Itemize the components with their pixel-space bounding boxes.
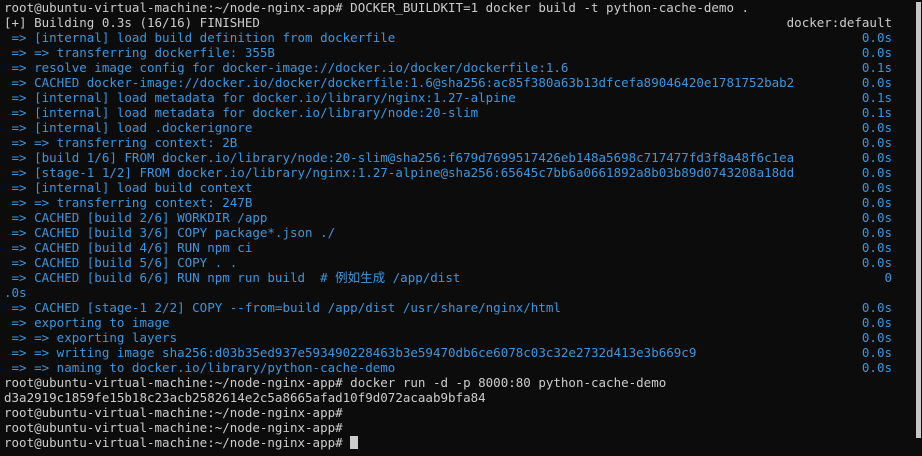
step-duration: 0.1s bbox=[861, 60, 892, 75]
step-duration: 0.0s bbox=[861, 210, 892, 225]
output-line: => => writing image sha256:d03b35ed937e5… bbox=[4, 345, 908, 360]
step-duration: 0.0s bbox=[861, 345, 892, 360]
line-text: => [internal] load metadata for docker.i… bbox=[4, 105, 479, 120]
prompt-line: root@ubuntu-virtual-machine:~/node-nginx… bbox=[4, 435, 908, 450]
prompt-line: root@ubuntu-virtual-machine:~/node-nginx… bbox=[4, 405, 908, 420]
line-text: => [internal] load metadata for docker.i… bbox=[4, 90, 516, 105]
output-line: => CACHED [build 6/6] RUN npm run build … bbox=[4, 270, 908, 285]
line-text: => => exporting layers bbox=[4, 330, 178, 345]
output-line: .0s bbox=[4, 285, 908, 300]
output-line: => CACHED [build 5/6] COPY . . 0.0s bbox=[4, 255, 908, 270]
step-duration: 0.0s bbox=[861, 45, 892, 60]
line-text: => resolve image config for docker-image… bbox=[4, 60, 569, 75]
step-duration: 0.0s bbox=[861, 120, 892, 135]
step-duration: 0.0s bbox=[861, 150, 892, 165]
step-duration: 0.1s bbox=[861, 90, 892, 105]
line-text: .0s bbox=[4, 285, 27, 300]
output-line: => [internal] load build context 0.0s bbox=[4, 180, 908, 195]
step-duration: 0.0s bbox=[861, 135, 892, 150]
line-text: => [stage-1 1/2] FROM docker.io/library/… bbox=[4, 165, 795, 180]
step-duration: 0.0s bbox=[861, 240, 892, 255]
output-line: => [stage-1 1/2] FROM docker.io/library/… bbox=[4, 165, 908, 180]
command-text: root@ubuntu-virtual-machine:~/node-nginx… bbox=[4, 0, 750, 15]
step-duration: 0 bbox=[884, 270, 892, 285]
output-line: => => exporting layers 0.0s bbox=[4, 330, 908, 345]
prompt-line: root@ubuntu-virtual-machine:~/node-nginx… bbox=[4, 420, 908, 435]
step-duration: 0.0s bbox=[861, 225, 892, 240]
line-text: => [internal] load build definition from… bbox=[4, 30, 396, 45]
output-line: => resolve image config for docker-image… bbox=[4, 60, 908, 75]
line-text: => [internal] load .dockerignore bbox=[4, 120, 253, 135]
line-text: => => transferring dockerfile: 355B bbox=[4, 45, 275, 60]
output-line: => => naming to docker.io/library/python… bbox=[4, 360, 908, 375]
text-cursor bbox=[350, 436, 359, 449]
step-duration: 0.0s bbox=[861, 195, 892, 210]
output-line: => => transferring dockerfile: 355B 0.0s bbox=[4, 45, 908, 60]
output-line: => => transferring context: 247B 0.0s bbox=[4, 195, 908, 210]
line-text: d3a2919c1859fe15b18c23acb2582614e2c5a866… bbox=[4, 390, 486, 405]
output-line: => => transferring context: 2B 0.0s bbox=[4, 135, 908, 150]
command-text: root@ubuntu-virtual-machine:~/node-nginx… bbox=[4, 435, 351, 450]
output-line: => CACHED [build 2/6] WORKDIR /app 0.0s bbox=[4, 210, 908, 225]
step-duration: 0.0s bbox=[861, 315, 892, 330]
output-line: => CACHED [stage-1 2/2] COPY --from=buil… bbox=[4, 300, 908, 315]
output-line: => [internal] load metadata for docker.i… bbox=[4, 105, 908, 120]
line-text: => [internal] load build context bbox=[4, 180, 253, 195]
output-line: => CACHED [build 4/6] RUN npm ci 0.0s bbox=[4, 240, 908, 255]
step-duration: 0.0s bbox=[861, 255, 892, 270]
line-text: => CACHED [build 3/6] COPY package*.json… bbox=[4, 225, 336, 240]
output-line: [+] Building 0.3s (16/16) FINISHED docker… bbox=[4, 15, 908, 30]
command-text: root@ubuntu-virtual-machine:~/node-nginx… bbox=[4, 405, 343, 420]
output-line: => [internal] load metadata for docker.i… bbox=[4, 90, 908, 105]
line-text: [+] Building 0.3s (16/16) FINISHED bbox=[4, 15, 260, 30]
line-text: => => transferring context: 2B bbox=[4, 135, 238, 150]
output-line: => [internal] load build definition from… bbox=[4, 30, 908, 45]
step-duration: 0.0s bbox=[861, 330, 892, 345]
step-duration: 0.0s bbox=[861, 360, 892, 375]
line-text: => => naming to docker.io/library/python… bbox=[4, 360, 396, 375]
line-text: => => transferring context: 247B bbox=[4, 195, 253, 210]
output-line: => [internal] load .dockerignore 0.0s bbox=[4, 120, 908, 135]
output-line: => CACHED docker-image://docker.io/docke… bbox=[4, 75, 908, 90]
line-text: => CACHED [stage-1 2/2] COPY --from=buil… bbox=[4, 300, 561, 315]
step-duration: 0.0s bbox=[861, 180, 892, 195]
line-text: => exporting to image bbox=[4, 315, 170, 330]
step-duration: 0.0s bbox=[861, 165, 892, 180]
line-text: => => writing image sha256:d03b35ed937e5… bbox=[4, 345, 697, 360]
step-duration: 0.1s bbox=[861, 105, 892, 120]
line-text: => CACHED [build 5/6] COPY . . bbox=[4, 255, 238, 270]
output-line: d3a2919c1859fe15b18c23acb2582614e2c5a866… bbox=[4, 390, 908, 405]
line-text: => CACHED [build 6/6] RUN npm run build … bbox=[4, 270, 461, 285]
step-duration: 0.0s bbox=[861, 300, 892, 315]
output-line: => exporting to image 0.0s bbox=[4, 315, 908, 330]
command-text: root@ubuntu-virtual-machine:~/node-nginx… bbox=[4, 420, 343, 435]
line-text: => CACHED [build 4/6] RUN npm ci bbox=[4, 240, 253, 255]
output-line: => CACHED [build 3/6] COPY package*.json… bbox=[4, 225, 908, 240]
builder-name: docker:default bbox=[786, 15, 892, 30]
prompt-line: root@ubuntu-virtual-machine:~/node-nginx… bbox=[4, 375, 908, 390]
step-duration: 0.0s bbox=[861, 75, 892, 90]
terminal-window[interactable]: root@ubuntu-virtual-machine:~/node-nginx… bbox=[0, 0, 922, 456]
scrollbar-thumb[interactable] bbox=[916, 2, 921, 438]
command-text: root@ubuntu-virtual-machine:~/node-nginx… bbox=[4, 375, 667, 390]
output-line: => [build 1/6] FROM docker.io/library/no… bbox=[4, 150, 908, 165]
terminal-output: root@ubuntu-virtual-machine:~/node-nginx… bbox=[4, 0, 908, 456]
line-text: => CACHED [build 2/6] WORKDIR /app bbox=[4, 210, 268, 225]
line-text: => [build 1/6] FROM docker.io/library/no… bbox=[4, 150, 795, 165]
line-text: => CACHED docker-image://docker.io/docke… bbox=[4, 75, 795, 90]
step-duration: 0.0s bbox=[861, 30, 892, 45]
prompt-line: root@ubuntu-virtual-machine:~/node-nginx… bbox=[4, 0, 908, 15]
terminal-scrollbar[interactable] bbox=[914, 0, 921, 456]
